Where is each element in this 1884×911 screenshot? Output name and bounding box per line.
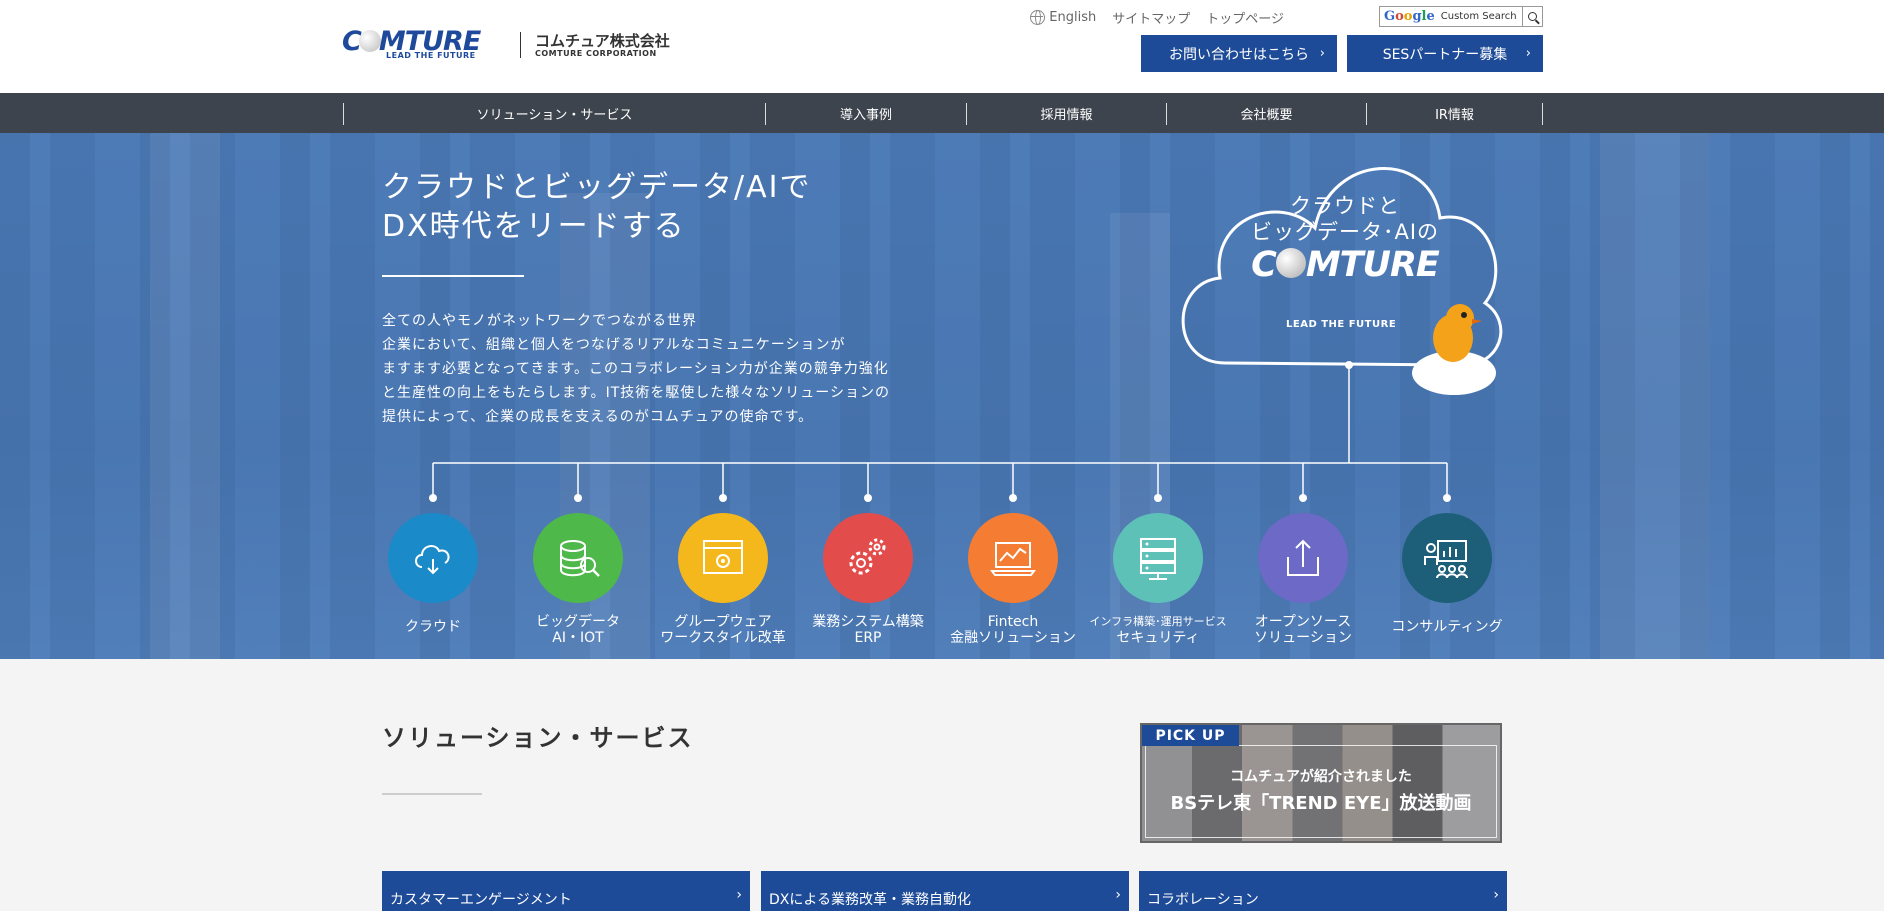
solution-card-engagement[interactable]: カスタマーエンゲージメント › <box>382 871 750 911</box>
service-label: オープンソース ソリューション <box>1254 614 1352 646</box>
utility-links: English サイトマップ トップページ <box>1030 8 1284 27</box>
groupware-icon <box>678 513 768 603</box>
ses-partner-button-label: SESパートナー募集 <box>1382 46 1508 63</box>
nav-item-solutions[interactable]: ソリューション・サービス <box>344 93 765 133</box>
service-fintech[interactable]: Fintech 金融ソリューション <box>938 513 1088 646</box>
server-icon <box>1113 513 1203 603</box>
search-icon <box>1528 12 1537 21</box>
solution-card-label: DXによる業務改革・業務自動化 <box>769 892 971 908</box>
chevron-right-icon: › <box>1319 46 1325 61</box>
service-erp[interactable]: 業務システム構築 ERP <box>793 513 943 646</box>
cloud-icon <box>388 513 478 603</box>
section-title: ソリューション・サービス <box>382 724 694 752</box>
google-logo: Google <box>1384 9 1435 24</box>
ses-partner-button[interactable]: SESパートナー募集 › <box>1347 35 1543 72</box>
sitemap-link[interactable]: サイトマップ <box>1112 8 1190 27</box>
solution-card-dx[interactable]: DXによる業務改革・業務自動化 › <box>761 871 1129 911</box>
top-page-link[interactable]: トップページ <box>1206 8 1284 27</box>
search-input[interactable]: Custom Search <box>1441 11 1522 22</box>
pickup-banner[interactable]: PICK UP コムチュアが紹介されました BSテレ東「TREND EYE」放送… <box>1140 723 1502 843</box>
global-nav: ソリューション・サービス 導入事例 採用情報 会社概要 IR情報 <box>0 93 1884 133</box>
chevron-right-icon: › <box>1493 887 1499 903</box>
nav-item-case-studies[interactable]: 導入事例 <box>766 93 966 133</box>
service-opensource[interactable]: オープンソース ソリューション <box>1228 513 1378 646</box>
cloud-caption-line1: クラウドと <box>1290 194 1400 218</box>
google-search-box[interactable]: Google Custom Search <box>1379 6 1543 27</box>
nav-item-recruit[interactable]: 採用情報 <box>967 93 1166 133</box>
english-link-label: English <box>1049 10 1097 25</box>
hero-banner: クラウドとビッグデータ/AIで DX時代をリードする 全ての人やモノがネットワー… <box>0 133 1884 659</box>
upload-icon <box>1258 513 1348 603</box>
database-icon <box>533 513 623 603</box>
service-bigdata[interactable]: ビッグデータ AI・IOT <box>503 513 653 646</box>
service-infrastructure[interactable]: インフラ構築･運用サービス セキュリティ <box>1083 513 1233 646</box>
pickup-title: BSテレ東「TREND EYE」放送動画 <box>1170 793 1472 814</box>
solution-card-collaboration[interactable]: コラボレーション › <box>1139 871 1507 911</box>
chevron-right-icon: › <box>736 887 742 903</box>
contact-button[interactable]: お問い合わせはこちら › <box>1141 35 1337 72</box>
service-label: グループウェア ワークスタイル改革 <box>660 614 786 646</box>
solution-card-label: カスタマーエンゲージメント <box>390 892 572 908</box>
cloud-logo-tagline: LEAD THE FUTURE <box>1286 319 1397 330</box>
logo-english-name: COMTURE CORPORATION <box>535 49 657 58</box>
site-header: C MTURE LEAD THE FUTURE コムチュア株式会社 COMTURE… <box>0 0 1884 93</box>
service-label: インフラ構築･運用サービス セキュリティ <box>1089 615 1227 646</box>
mascot-icon <box>1412 304 1496 395</box>
service-label: Fintech 金融ソリューション <box>950 614 1076 646</box>
section-divider <box>382 793 482 795</box>
company-logo[interactable]: C MTURE LEAD THE FUTURE コムチュア株式会社 COMTURE… <box>342 28 682 62</box>
service-label: クラウド <box>405 619 461 635</box>
search-button[interactable] <box>1522 7 1542 26</box>
service-label: ビッグデータ AI・IOT <box>536 614 620 646</box>
cloud-caption: クラウドと ビッグデータ･AIの <box>1200 193 1490 245</box>
cloud-caption-line2: ビッグデータ･AIの <box>1250 220 1440 244</box>
contact-button-label: お問い合わせはこちら <box>1169 46 1309 63</box>
gears-icon <box>823 513 913 603</box>
service-cloud[interactable]: クラウド <box>358 513 508 635</box>
nav-item-ir[interactable]: IR情報 <box>1367 93 1542 133</box>
logo-tagline: LEAD THE FUTURE <box>386 51 476 60</box>
english-link[interactable]: English <box>1030 10 1096 25</box>
chart-laptop-icon <box>968 513 1058 603</box>
pickup-subtitle: コムチュアが紹介されました <box>1230 769 1412 785</box>
nav-separator <box>1542 103 1543 125</box>
pickup-badge: PICK UP <box>1142 725 1239 746</box>
service-label: コンサルティング <box>1391 619 1503 635</box>
consulting-icon <box>1402 513 1492 603</box>
cloud-logo: C MTURE <box>1251 245 1440 285</box>
service-label: 業務システム構築 ERP <box>812 614 924 646</box>
chevron-right-icon: › <box>1525 46 1531 61</box>
logo-japanese-name: コムチュア株式会社 <box>535 32 670 50</box>
service-groupware[interactable]: グループウェア ワークスタイル改革 <box>648 513 798 646</box>
logo-divider <box>520 32 521 58</box>
nav-item-company[interactable]: 会社概要 <box>1167 93 1366 133</box>
service-consulting[interactable]: コンサルティング <box>1372 513 1522 635</box>
globe-icon <box>1030 10 1046 25</box>
solution-card-label: コラボレーション <box>1147 892 1259 908</box>
chevron-right-icon: › <box>1115 887 1121 903</box>
